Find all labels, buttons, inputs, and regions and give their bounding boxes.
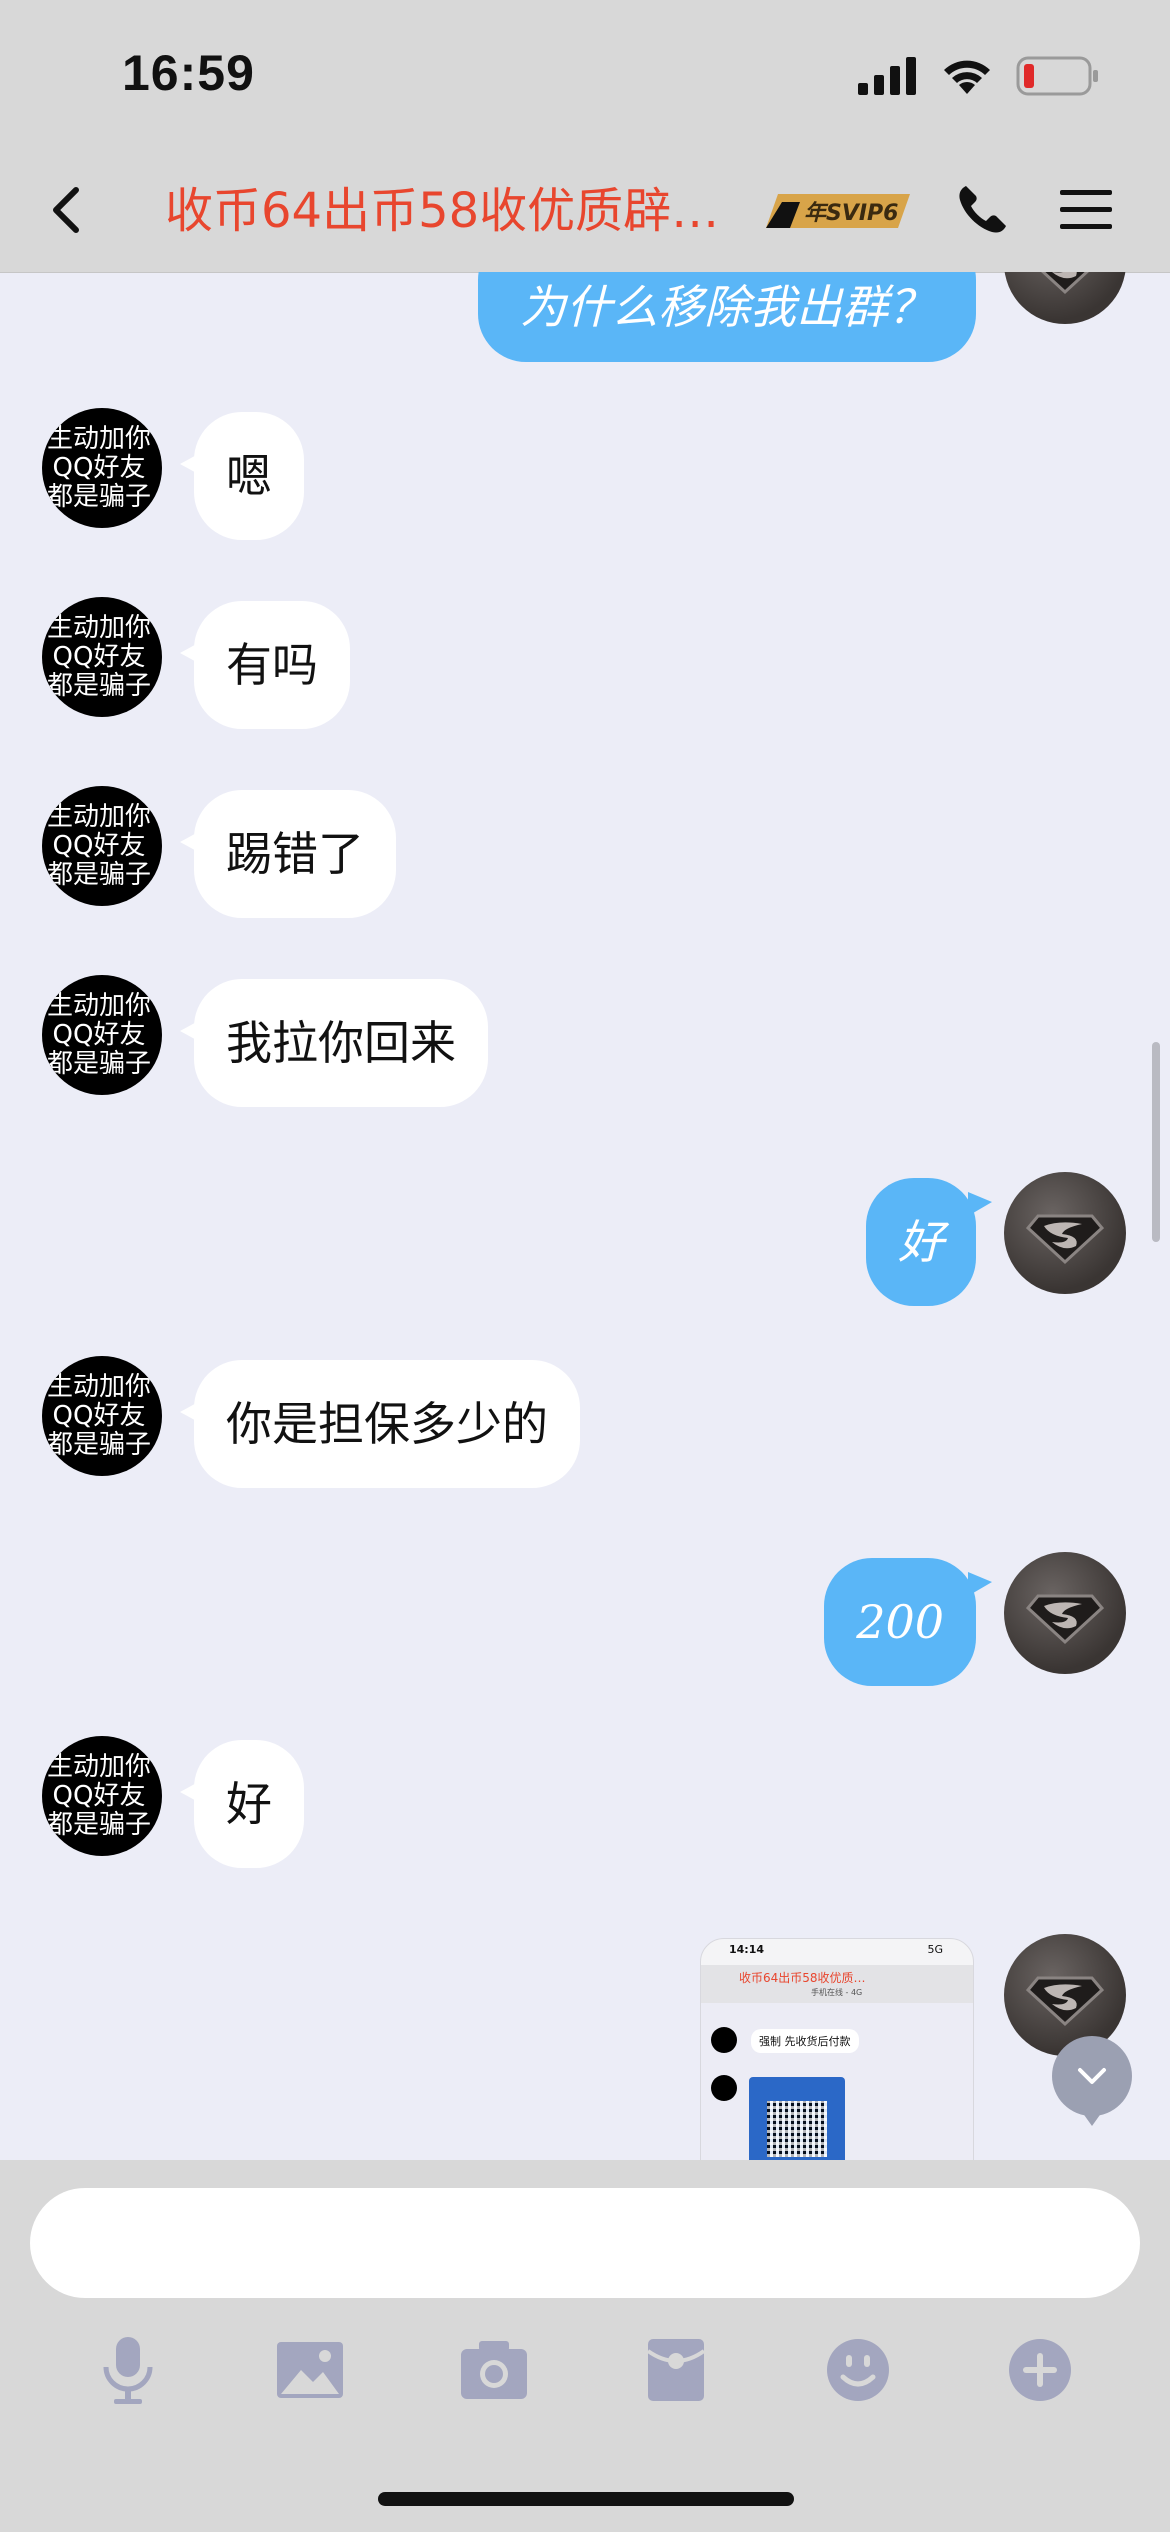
back-icon[interactable]: [40, 180, 100, 240]
avatar[interactable]: [1004, 1934, 1126, 2056]
plus-button[interactable]: [1000, 2330, 1080, 2410]
message-text: 好: [226, 1777, 272, 1831]
message-text: 有吗: [226, 638, 318, 692]
superman-logo-icon: [1025, 1214, 1105, 1265]
message-bubble-sent[interactable]: 好: [866, 1178, 992, 1306]
chat-title[interactable]: 收币64出币58收优质辟…: [165, 178, 755, 244]
composer: [0, 2160, 1170, 2532]
thumb-message: 强制 先收货后付款: [751, 2029, 859, 2053]
image-button[interactable]: [270, 2330, 350, 2410]
camera-icon: [461, 2341, 527, 2399]
avatar[interactable]: 生动加你 QQ好友 都是骗子: [42, 1736, 162, 1856]
message-list[interactable]: 为什么移除我出群？ 生动加你 QQ好友 都是骗子 嗯 生动加你 QQ好友 都是骗子 有吗…: [0, 272, 1170, 2160]
phone-icon[interactable]: [952, 180, 1012, 240]
scrollbar[interactable]: [1152, 1042, 1160, 1242]
home-indicator[interactable]: [378, 2492, 794, 2506]
message-text: 好: [898, 1215, 944, 1269]
message-bubble-sent[interactable]: 为什么移除我出群？: [478, 272, 976, 362]
emoji-icon: [827, 2339, 889, 2401]
thumb-avatar: [711, 2027, 737, 2053]
message-bubble-received[interactable]: 我拉你回来: [180, 979, 488, 1107]
message-bubble-received[interactable]: 好: [180, 1740, 304, 1868]
avatar[interactable]: 生动加你 QQ好友 都是骗子: [42, 975, 162, 1095]
superman-logo-icon: [1041, 272, 1089, 295]
avatar[interactable]: [1004, 1552, 1126, 1674]
avatar[interactable]: 生动加你 QQ好友 都是骗子: [42, 1356, 162, 1476]
avatar[interactable]: [1004, 1172, 1126, 1294]
thumb-subtitle: 手机在线 - 4G: [811, 1988, 863, 1997]
mic-icon: [103, 2337, 153, 2404]
thumb-qr-card: [749, 2077, 845, 2167]
wifi-icon: [944, 60, 990, 94]
status-time: 16:59: [122, 45, 255, 101]
message-bubble-received[interactable]: 踢错了: [180, 790, 396, 918]
red-packet-button[interactable]: [636, 2330, 716, 2410]
emoji-button[interactable]: [818, 2330, 898, 2410]
status-bar: 16:59: [0, 0, 1170, 150]
composer-toolbar: [0, 2330, 1170, 2410]
chat-header: 收币64出币58收优质辟… 年SVIP6: [0, 150, 1170, 273]
mic-button[interactable]: [88, 2330, 168, 2410]
thumb-title: 收币64出币58收优质…: [739, 1971, 866, 1985]
superman-logo-icon: [1025, 1976, 1105, 2027]
scroll-to-bottom-button[interactable]: [1052, 2036, 1132, 2126]
message-text: 我拉你回来: [226, 1016, 456, 1070]
message-text: 嗯: [226, 449, 272, 503]
avatar[interactable]: 生动加你 QQ好友 都是骗子: [42, 408, 162, 528]
message-bubble-received[interactable]: 有吗: [180, 601, 350, 729]
message-text: 踢错了: [226, 827, 364, 881]
image-message-screenshot[interactable]: 14:14 5G 收币64出币58收优质… 手机在线 - 4G 强制 先收货后付款: [700, 1938, 974, 2190]
avatar[interactable]: 生动加你 QQ好友 都是骗子: [42, 786, 162, 906]
message-text: 为什么移除我出群？: [520, 280, 934, 334]
message-text: 你是担保多少的: [226, 1397, 548, 1451]
message-bubble-received[interactable]: 你是担保多少的: [180, 1360, 580, 1488]
superman-logo-icon: [1025, 1594, 1105, 1645]
thumb-avatar: [711, 2075, 737, 2101]
thumb-header: 收币64出币58收优质… 手机在线 - 4G: [701, 1965, 973, 2003]
image-icon: [277, 2342, 343, 2398]
menu-icon[interactable]: [1058, 182, 1114, 238]
red-packet-icon: [646, 2339, 706, 2401]
chevron-down-icon: [1078, 2068, 1106, 2084]
message-text: 200: [856, 1595, 944, 1649]
message-bubble-sent[interactable]: 200: [824, 1558, 992, 1686]
svip-badge-label: 年SVIP6: [804, 200, 899, 226]
svip-badge: 年SVIP6: [766, 194, 910, 228]
camera-button[interactable]: [454, 2330, 534, 2410]
battery-low-icon: [1016, 56, 1098, 96]
plus-icon: [1009, 2339, 1071, 2401]
thumb-status: 14:14 5G: [729, 1943, 943, 1956]
message-input[interactable]: [30, 2188, 1140, 2298]
system-icons: [858, 56, 1100, 96]
avatar[interactable]: [1004, 272, 1126, 324]
cellular-signal-icon: [858, 57, 916, 95]
avatar[interactable]: 生动加你 QQ好友 都是骗子: [42, 597, 162, 717]
message-bubble-received[interactable]: 嗯: [180, 412, 304, 540]
